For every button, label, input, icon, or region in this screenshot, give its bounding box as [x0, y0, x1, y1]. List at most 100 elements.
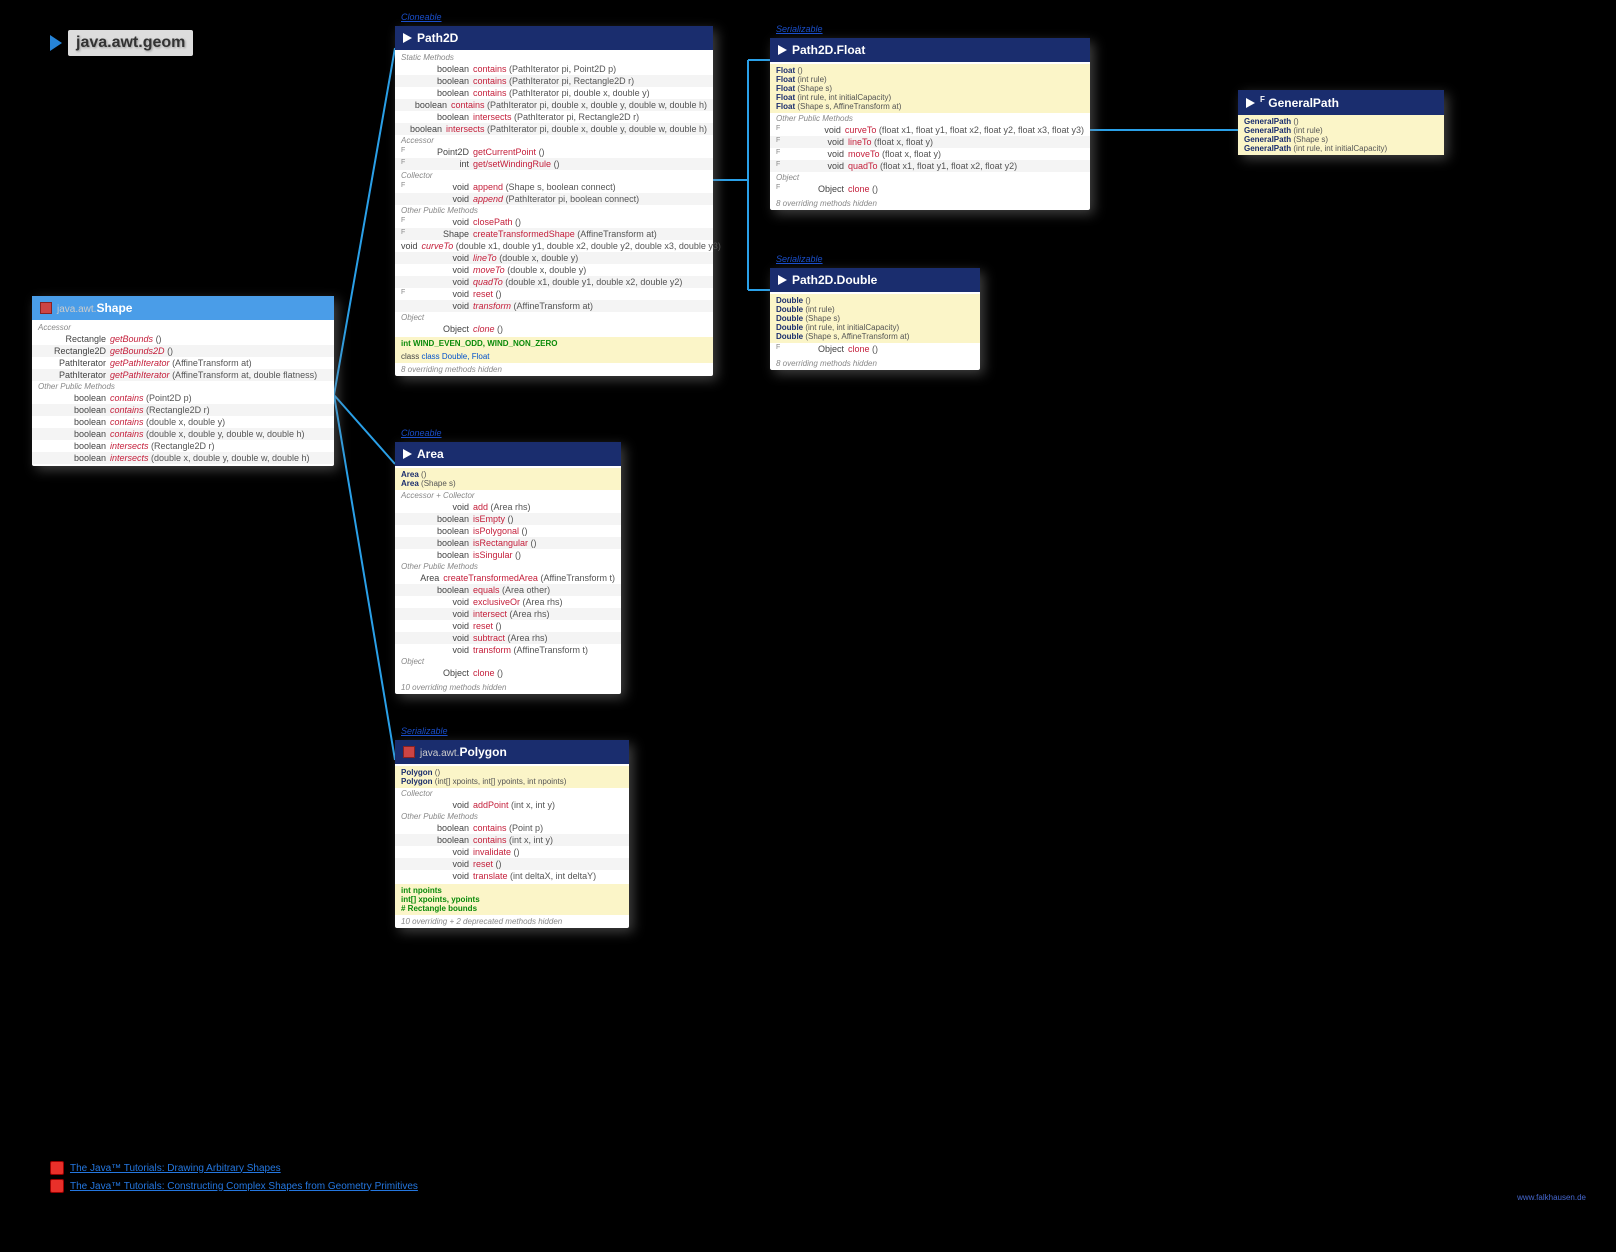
external-links: The Java™ Tutorials: Drawing Arbitrary S…: [50, 1157, 418, 1197]
method-row: Objectclone (): [395, 323, 713, 335]
constructor-row: Float (int rule, int initialCapacity): [776, 93, 1084, 102]
method-row: booleancontains (PathIterator pi, Rectan…: [395, 75, 713, 87]
method-row: booleancontains (PathIterator pi, Point2…: [395, 63, 713, 75]
constructor-row: Float (int rule): [776, 75, 1084, 84]
class-header: Path2D.Float: [770, 38, 1090, 62]
constructor-row: Area (): [401, 470, 615, 479]
method-row: FvoidmoveTo (float x, float y): [770, 148, 1090, 160]
method-row: voidappend (PathIterator pi, boolean con…: [395, 193, 713, 205]
stereotype[interactable]: Serializable: [776, 254, 823, 264]
method-row: FPoint2DgetCurrentPoint (): [395, 146, 713, 158]
link-item[interactable]: The Java™ Tutorials: Constructing Comple…: [50, 1179, 418, 1193]
method-row: booleancontains (Point p): [395, 822, 629, 834]
method-row: voidadd (Area rhs): [395, 501, 621, 513]
method-row: booleancontains (PathIterator pi, double…: [395, 99, 713, 111]
oracle-icon: [50, 1179, 64, 1193]
method-row: Rectangle2DgetBounds2D (): [32, 345, 334, 357]
class-header: Path2D: [395, 26, 713, 50]
method-row: voidaddPoint (int x, int y): [395, 799, 629, 811]
method-row: booleancontains (Rectangle2D r): [32, 404, 334, 416]
method-row: booleancontains (double x, double y, dou…: [32, 428, 334, 440]
method-row: voidtranslate (int deltaX, int deltaY): [395, 870, 629, 882]
class-icon: [778, 45, 787, 55]
method-row: FObjectclone (): [770, 343, 980, 355]
constructor-row: GeneralPath (int rule, int initialCapaci…: [1244, 144, 1438, 153]
class-header: java.awt.Shape: [32, 296, 334, 320]
class-area[interactable]: Cloneable Area Area ()Area (Shape s) Acc…: [395, 442, 621, 694]
link-item[interactable]: The Java™ Tutorials: Drawing Arbitrary S…: [50, 1161, 418, 1175]
class-body: Accessor RectanglegetBounds ()Rectangle2…: [32, 320, 334, 466]
method-row: voidquadTo (double x1, double y1, double…: [395, 276, 713, 288]
method-row: voidcurveTo (double x1, double y1, doubl…: [395, 240, 713, 252]
method-row: voidlineTo (double x, double y): [395, 252, 713, 264]
method-row: FvoidlineTo (float x, float y): [770, 136, 1090, 148]
stereotype[interactable]: Cloneable: [401, 12, 442, 22]
constructor-row: Area (Shape s): [401, 479, 615, 488]
class-icon: [403, 449, 412, 459]
method-row: booleancontains (double x, double y): [32, 416, 334, 428]
method-row: voidreset (): [395, 858, 629, 870]
class-path2d[interactable]: Cloneable Path2D Static Methodsbooleanco…: [395, 26, 713, 376]
constructor-row: Polygon (int[] xpoints, int[] ypoints, i…: [401, 777, 623, 786]
constructor-row: Double (Shape s, AffineTransform at): [776, 332, 974, 341]
method-row: booleancontains (int x, int y): [395, 834, 629, 846]
class-path2d-float[interactable]: Serializable Path2D.Float Float ()Float …: [770, 38, 1090, 210]
abstract-class-icon: [403, 33, 412, 43]
constructor-row: GeneralPath (): [1244, 117, 1438, 126]
method-row: booleanintersects (PathIterator pi, doub…: [395, 123, 713, 135]
method-row: FvoidclosePath (): [395, 216, 713, 228]
method-row: Fintget/setWindingRule (): [395, 158, 713, 170]
method-row: booleanintersects (Rectangle2D r): [32, 440, 334, 452]
constructor-row: Double (Shape s): [776, 314, 974, 323]
class-icon: [403, 746, 415, 758]
method-row: PathIteratorgetPathIterator (AffineTrans…: [32, 369, 334, 381]
method-row: AreacreateTransformedArea (AffineTransfo…: [395, 572, 621, 584]
method-row: Objectclone (): [395, 667, 621, 679]
interface-icon: [40, 302, 52, 314]
method-row: booleanisPolygonal (): [395, 525, 621, 537]
class-polygon[interactable]: Serializable java.awt.Polygon Polygon ()…: [395, 740, 629, 928]
constructor-row: Double (): [776, 296, 974, 305]
method-row: voidsubtract (Area rhs): [395, 632, 621, 644]
class-path2d-double[interactable]: Serializable Path2D.Double Double ()Doub…: [770, 268, 980, 370]
method-row: FvoidquadTo (float x1, float y1, float x…: [770, 160, 1090, 172]
method-row: voidtransform (AffineTransform t): [395, 644, 621, 656]
method-row: FvoidcurveTo (float x1, float y1, float …: [770, 124, 1090, 136]
constructor-row: Float (Shape s, AffineTransform at): [776, 102, 1084, 111]
title-arrow-icon: [50, 35, 62, 51]
class-generalpath[interactable]: F GeneralPath GeneralPath ()GeneralPath …: [1238, 90, 1444, 155]
class-shape[interactable]: java.awt.Shape Accessor RectanglegetBoun…: [32, 296, 334, 466]
method-row: booleanisSingular (): [395, 549, 621, 561]
class-header: Area: [395, 442, 621, 466]
method-row: voidintersect (Area rhs): [395, 608, 621, 620]
method-row: booleancontains (PathIterator pi, double…: [395, 87, 713, 99]
method-row: booleanintersects (PathIterator pi, Rect…: [395, 111, 713, 123]
method-row: voidtransform (AffineTransform at): [395, 300, 713, 312]
method-row: booleanisRectangular (): [395, 537, 621, 549]
title-text: java.awt.geom: [68, 30, 193, 56]
method-row: voidexclusiveOr (Area rhs): [395, 596, 621, 608]
oracle-icon: [50, 1161, 64, 1175]
constructor-row: GeneralPath (int rule): [1244, 126, 1438, 135]
watermark: www.falkhausen.de: [1517, 1193, 1586, 1202]
method-row: FObjectclone (): [770, 183, 1090, 195]
stereotype[interactable]: Cloneable: [401, 428, 442, 438]
method-row: voidinvalidate (): [395, 846, 629, 858]
page-title: java.awt.geom: [50, 30, 193, 56]
method-row: booleanequals (Area other): [395, 584, 621, 596]
method-row: booleanintersects (double x, double y, d…: [32, 452, 334, 464]
constructor-row: Polygon (): [401, 768, 623, 777]
constructor-row: Float (): [776, 66, 1084, 75]
method-row: Fvoidreset (): [395, 288, 713, 300]
method-row: voidmoveTo (double x, double y): [395, 264, 713, 276]
stereotype[interactable]: Serializable: [776, 24, 823, 34]
class-header: java.awt.Polygon: [395, 740, 629, 764]
constructor-row: Double (int rule): [776, 305, 974, 314]
stereotype[interactable]: Serializable: [401, 726, 448, 736]
constructor-row: Float (Shape s): [776, 84, 1084, 93]
method-row: FShapecreateTransformedShape (AffineTran…: [395, 228, 713, 240]
class-icon: [1246, 98, 1255, 108]
class-header: Path2D.Double: [770, 268, 980, 292]
method-row: voidreset (): [395, 620, 621, 632]
class-icon: [778, 275, 787, 285]
